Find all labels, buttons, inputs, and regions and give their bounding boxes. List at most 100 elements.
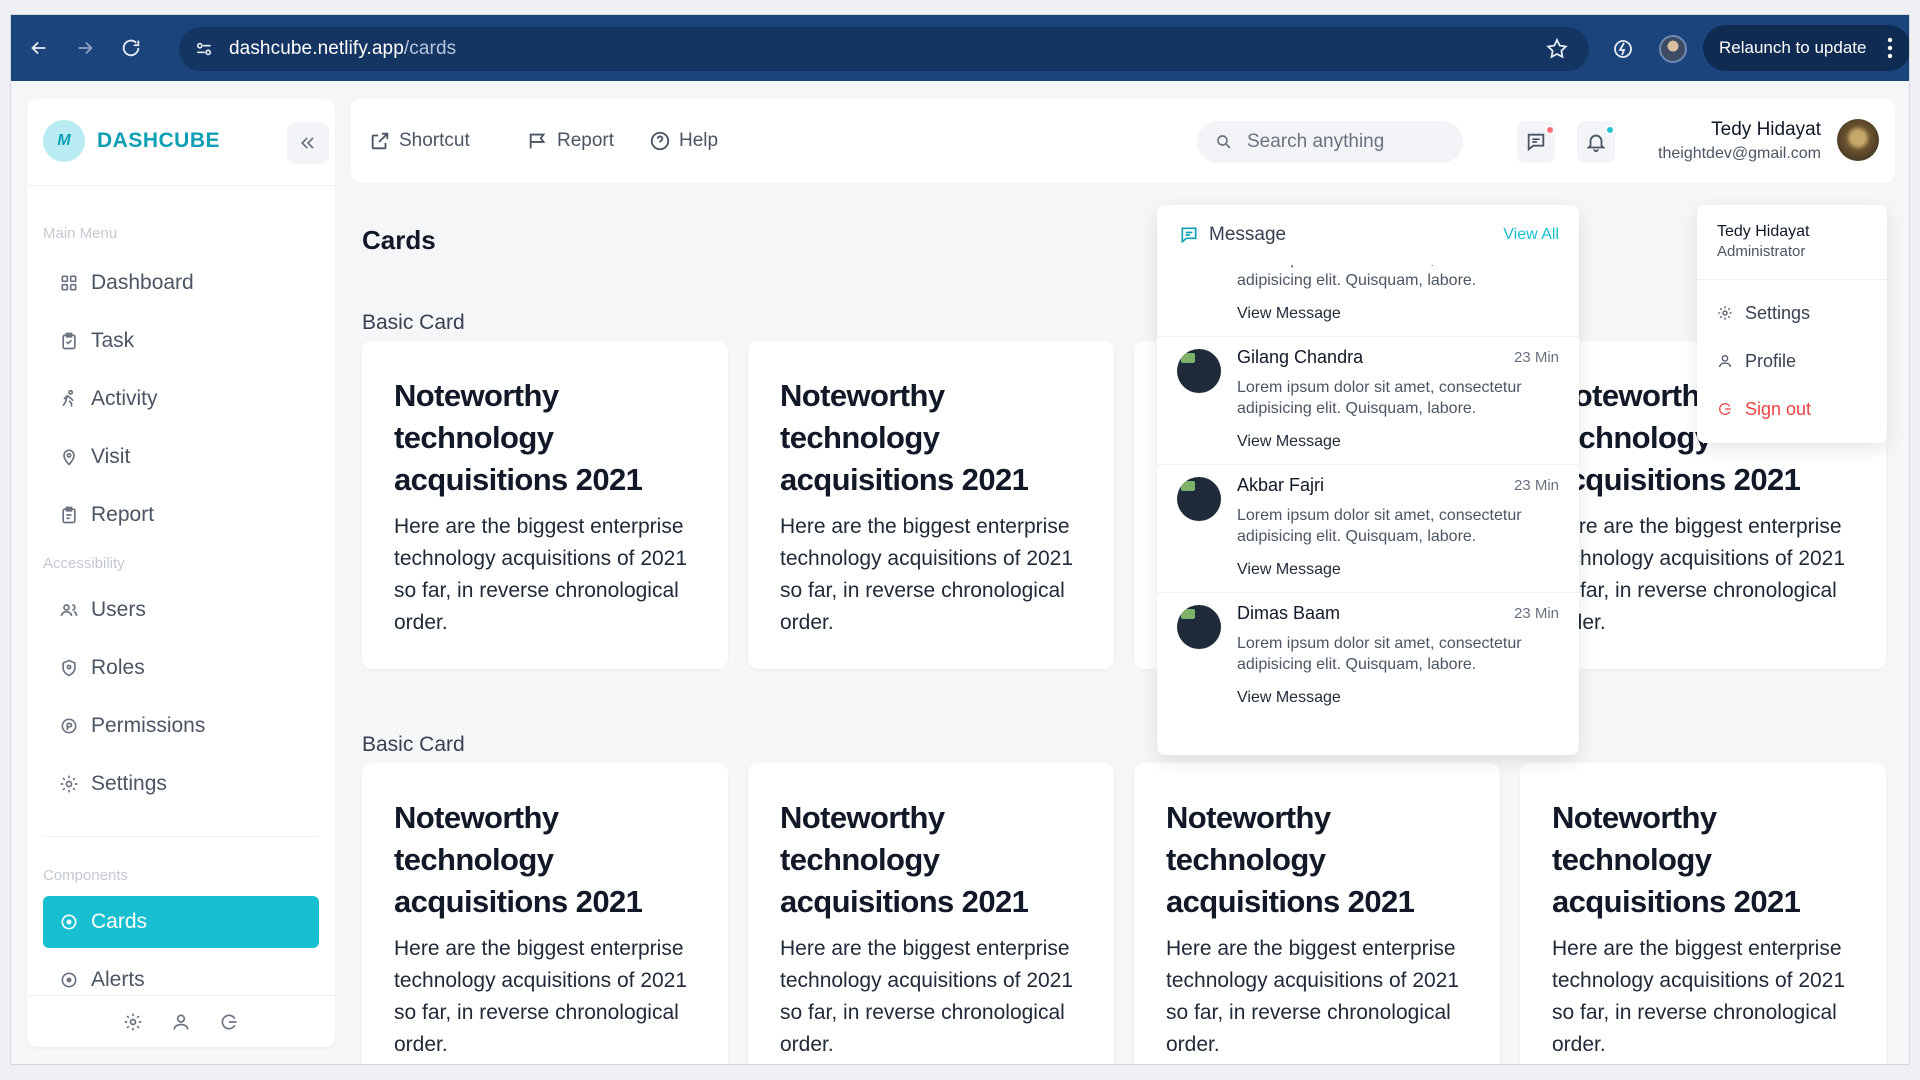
divider	[27, 185, 335, 186]
help-link[interactable]: Help	[649, 125, 718, 157]
messages-button[interactable]	[1517, 121, 1555, 163]
sidebar-item-settings[interactable]: Settings	[43, 758, 319, 810]
profile-menu-settings[interactable]: Settings	[1717, 299, 1810, 327]
brand[interactable]: M DASHCUBE	[43, 119, 220, 163]
browser-toolbar: dashcube.netlify.app/cards Relaunch to u…	[11, 15, 1909, 81]
message-body: Lorem ipsum dolor sit amet, consectetur …	[1237, 507, 1522, 545]
card-text: Here are the biggest enterprise technolo…	[394, 937, 688, 1056]
card[interactable]: Noteworthy technology acquisitions 2021 …	[1134, 763, 1500, 1064]
brand-logo: M	[43, 120, 85, 162]
message-item[interactable]: Gilang Chandra 23 Min Lorem ipsum dolor …	[1157, 337, 1579, 465]
sidebar-item-dashboard[interactable]: Dashboard	[43, 257, 319, 309]
profile-name: Tedy Hidayat	[1717, 223, 1810, 240]
card[interactable]: Noteworthy technology acquisitions 2021 …	[748, 763, 1114, 1064]
circle-dot-icon	[59, 912, 79, 932]
avatar	[1177, 605, 1221, 649]
logout-icon	[1719, 403, 1731, 415]
site-settings-icon[interactable]	[191, 36, 217, 62]
brand-name: DASHCUBE	[97, 129, 221, 152]
card-text: Here are the biggest enterprise technolo…	[780, 515, 1074, 634]
section-title: Basic Card	[362, 311, 465, 334]
sidebar-item-label: Cards	[91, 910, 148, 933]
gear-icon	[1718, 306, 1732, 320]
sidebar-item-cards[interactable]: Cards	[43, 896, 319, 948]
url-path: /cards	[403, 38, 457, 59]
sidebar-footer	[27, 995, 335, 1047]
message-icon	[1527, 133, 1545, 152]
permission-icon	[59, 716, 79, 736]
card-title: Noteworthy technology acquisitions 2021	[394, 378, 643, 497]
message-item[interactable]: Akbar Fajri 23 Min Lorem ipsum dolor sit…	[1157, 465, 1579, 593]
profile-menu-sign-out[interactable]: Sign out	[1717, 395, 1811, 423]
more-vertical-icon[interactable]	[1887, 37, 1893, 59]
sidebar-item-activity[interactable]: Activity	[43, 373, 319, 425]
card-text: Here are the biggest enterprise technolo…	[1166, 937, 1460, 1056]
view-message-link[interactable]: View Message	[1237, 305, 1341, 323]
page-title: Cards	[362, 225, 436, 255]
card-text: Here are the biggest enterprise technolo…	[780, 937, 1074, 1056]
search-placeholder: Search anything	[1247, 131, 1385, 152]
profile-menu-profile[interactable]: Profile	[1717, 347, 1796, 375]
view-message-link[interactable]: View Message	[1237, 689, 1341, 707]
sidebar-item-task[interactable]: Task	[43, 315, 319, 367]
notifications-button[interactable]	[1577, 121, 1615, 163]
top-bar: Shortcut Report Help Search anything Ted…	[351, 99, 1895, 183]
gear-icon[interactable]	[121, 1010, 145, 1034]
message-sender: Dimas Baam	[1237, 603, 1341, 623]
view-message-link[interactable]: View Message	[1237, 433, 1341, 451]
card[interactable]: Noteworthy technology acquisitions 2021 …	[1520, 763, 1886, 1064]
report-link[interactable]: Report	[527, 125, 614, 157]
clipboard-icon	[59, 331, 79, 351]
sidebar-item-visit[interactable]: Visit	[43, 431, 319, 483]
message-body: Lorem ipsum dolor sit amet, consectetur …	[1237, 379, 1522, 417]
section-label-main-menu: Main Menu	[43, 225, 118, 242]
clipboard-list-icon	[59, 505, 79, 525]
address-bar[interactable]: dashcube.netlify.app/cards	[179, 27, 1589, 71]
card[interactable]: Noteworthy technology acquisitions 2021 …	[362, 341, 728, 669]
card-text: Here are the biggest enterprise technolo…	[394, 515, 688, 634]
card-text: Here are the biggest enterprise technolo…	[1552, 937, 1846, 1056]
bookmark-star-icon[interactable]	[1545, 37, 1569, 61]
sidebar-item-label: Visit	[91, 445, 131, 468]
sidebar-item-users[interactable]: Users	[43, 584, 319, 636]
user-name[interactable]: Tedy Hidayat	[1711, 119, 1821, 141]
section-title: Basic Card	[362, 733, 465, 756]
sidebar-item-label: Permissions	[91, 714, 206, 737]
url-text: dashcube.netlify.app/cards	[229, 38, 456, 60]
section-label-accessibility: Accessibility	[43, 555, 125, 572]
back-icon[interactable]	[21, 30, 57, 66]
card[interactable]: Noteworthy technology acquisitions 2021 …	[362, 763, 728, 1064]
sidebar-item-report[interactable]: Report	[43, 489, 319, 541]
profile-role: Administrator	[1717, 243, 1806, 260]
app-window: dashcube.netlify.app/cards Relaunch to u…	[10, 14, 1910, 1065]
collapse-sidebar-button[interactable]	[287, 122, 329, 164]
search-input[interactable]: Search anything	[1197, 121, 1463, 163]
sidebar-item-roles[interactable]: Roles	[43, 642, 319, 694]
avatar	[1177, 477, 1221, 521]
shield-icon	[59, 658, 79, 678]
user-icon[interactable]	[169, 1010, 193, 1034]
card[interactable]: Noteworthy technology acquisitions 2021 …	[748, 341, 1114, 669]
forward-icon[interactable]	[67, 30, 103, 66]
sidebar-item-permissions[interactable]: Permissions	[43, 700, 319, 752]
logout-icon[interactable]	[217, 1010, 241, 1034]
avatar[interactable]	[1837, 119, 1879, 161]
view-all-link[interactable]: View All	[1503, 226, 1559, 244]
card-title: Noteworthy technology acquisitions 2021	[780, 800, 1029, 919]
relaunch-button[interactable]: Relaunch to update	[1703, 25, 1909, 71]
messages-dropdown-header: Message View All	[1157, 205, 1579, 265]
reload-icon[interactable]	[113, 30, 149, 66]
sidebar: M DASHCUBE Main Menu Dashboard Task Acti…	[27, 99, 335, 1047]
shortcut-label: Shortcut	[399, 130, 470, 151]
sidebar-item-label: Dashboard	[91, 271, 194, 294]
message-item[interactable]: Dimas Baam 23 Min Lorem ipsum dolor sit …	[1157, 593, 1579, 721]
section-label-components: Components	[43, 867, 129, 884]
search-icon	[1217, 135, 1231, 149]
browser-profile-avatar[interactable]	[1659, 35, 1687, 63]
messages-dropdown: Message View All Lorem ipsum dolor sit a…	[1157, 205, 1579, 755]
sidebar-item-label: Settings	[91, 772, 167, 795]
card-text: Here are the biggest enterprise technolo…	[1552, 515, 1846, 634]
view-message-link[interactable]: View Message	[1237, 561, 1341, 579]
shortcut-link[interactable]: Shortcut	[369, 125, 470, 157]
extension-icon[interactable]	[1611, 37, 1635, 61]
